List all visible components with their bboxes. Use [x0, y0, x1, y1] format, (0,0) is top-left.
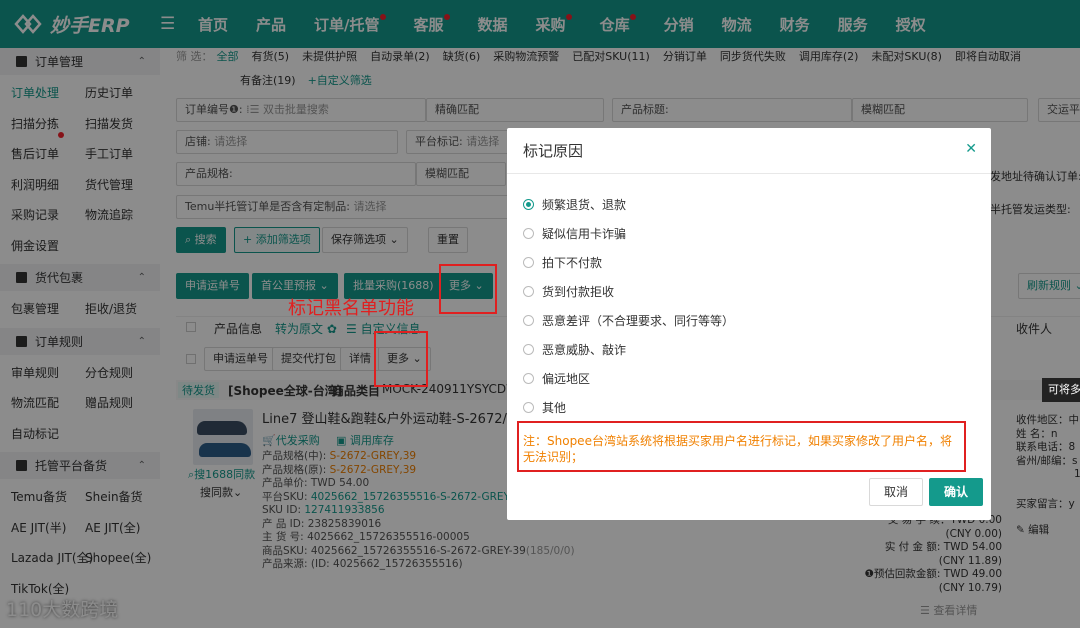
- radio-icon[interactable]: [523, 228, 534, 239]
- dialog-title: 标记原因: [507, 128, 991, 174]
- radio-icon[interactable]: [523, 344, 534, 355]
- radio-icon[interactable]: [523, 402, 534, 413]
- radio-icon[interactable]: [523, 286, 534, 297]
- reason-option[interactable]: 恶意差评（不合理要求、同行等等）: [523, 312, 734, 329]
- reason-option[interactable]: 其他: [523, 399, 566, 416]
- radio-icon[interactable]: [523, 199, 534, 210]
- radio-icon[interactable]: [523, 315, 534, 326]
- annotation-box-note: [517, 421, 966, 472]
- reason-option[interactable]: 货到付款拒收: [523, 283, 614, 300]
- close-icon[interactable]: ✕: [965, 141, 977, 157]
- annotation-label: 标记黑名单功能: [288, 298, 414, 319]
- reason-option[interactable]: 偏远地区: [523, 370, 590, 387]
- annotation-box-row-more: [374, 331, 428, 387]
- radio-icon[interactable]: [523, 373, 534, 384]
- annotation-box-more-button: [439, 264, 497, 314]
- confirm-button[interactable]: 确认: [929, 478, 984, 506]
- reason-option[interactable]: 恶意威胁、敲诈: [523, 341, 626, 358]
- reason-option[interactable]: 频繁退货、退款: [523, 196, 626, 213]
- tooltip: 可将多: [1042, 378, 1080, 402]
- radio-icon[interactable]: [523, 257, 534, 268]
- reason-option[interactable]: 疑似信用卡诈骗: [523, 225, 626, 242]
- cancel-button[interactable]: 取消: [869, 478, 924, 506]
- reason-option[interactable]: 拍下不付款: [523, 254, 602, 271]
